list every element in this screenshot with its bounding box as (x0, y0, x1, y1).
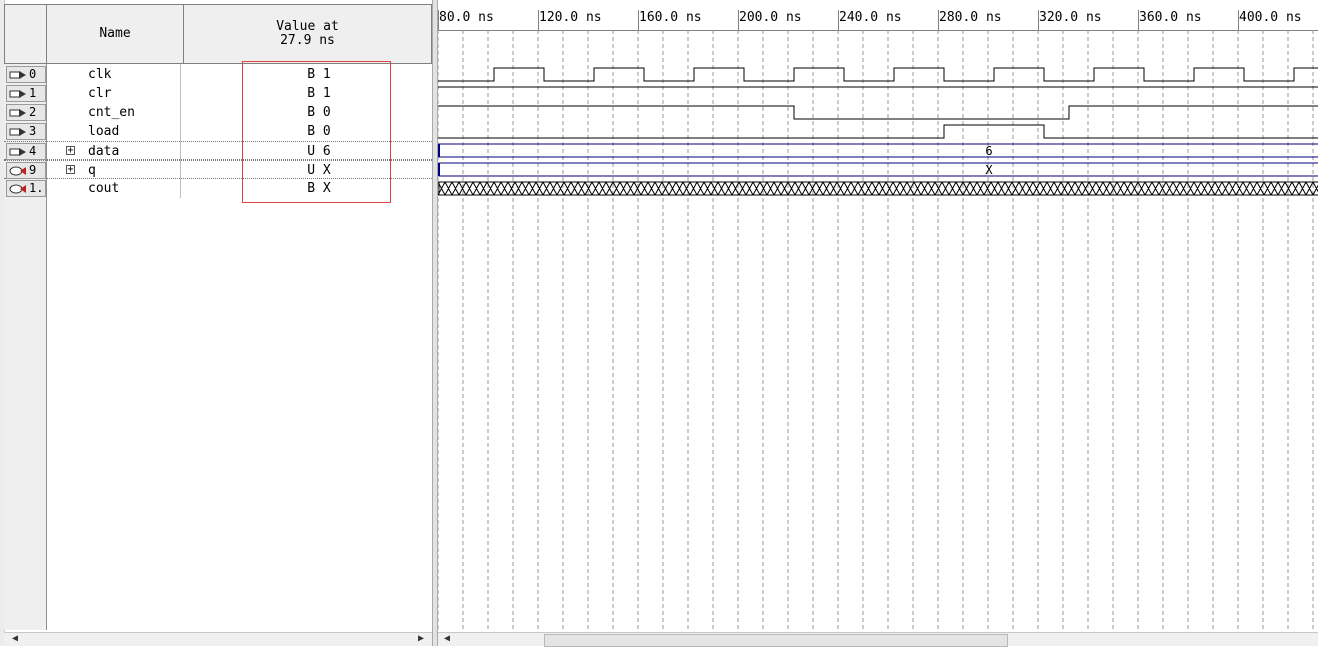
wave-scroll-left-icon[interactable]: ◀ (444, 633, 450, 644)
ruler-tick-label: 400.0 ns (1239, 10, 1302, 25)
signal-name: q (88, 163, 96, 178)
ruler-tick-label: 80.0 ns (439, 10, 494, 25)
ruler-tick-label: 200.0 ns (739, 10, 802, 25)
signal-index: 3 (29, 124, 37, 138)
expand-icon[interactable]: + (66, 165, 75, 175)
ruler-tick-mark (638, 10, 639, 30)
signal-name: data (88, 144, 120, 159)
signal-index-cell: 0 (6, 66, 46, 83)
waveform-canvas[interactable]: 6X (438, 30, 1318, 632)
header-value[interactable]: Value at 27.9 ns (184, 5, 431, 63)
signal-index: 4 (29, 144, 37, 158)
scroll-left-icon[interactable]: ◀ (12, 633, 18, 644)
signal-index: 0 (29, 67, 37, 81)
header-value-line1: Value at (276, 19, 339, 34)
wave-q-bus (438, 162, 1318, 177)
signal-name: cout (88, 181, 120, 196)
waveform-panel[interactable]: 80.0 ns 120.0 ns 160.0 ns 200.0 ns 240.0 ns 2… (438, 0, 1318, 632)
signal-name: cnt_en (88, 105, 135, 120)
signal-index-cell: 2 (6, 104, 46, 121)
signal-index: 1 (29, 86, 37, 100)
header-name[interactable]: Name (47, 5, 184, 63)
ruler-tick-mark (1238, 10, 1239, 30)
header-index-cell (5, 5, 47, 63)
header-value-line2: 27.9 ns (280, 33, 335, 48)
ruler-tick-mark (1138, 10, 1139, 30)
wave-cnt-en (438, 105, 1318, 120)
signal-index-cell: 4 (6, 143, 46, 160)
signal-index-cell: 1. (6, 180, 46, 197)
ruler-tick-mark (438, 10, 439, 30)
signal-index: 2 (29, 105, 37, 119)
ruler-tick-mark (838, 10, 839, 30)
signal-index: 9 (29, 163, 37, 177)
column-header: Name Value at 27.9 ns (4, 4, 432, 64)
time-ruler[interactable]: 80.0 ns 120.0 ns 160.0 ns 200.0 ns 240.0 ns 2… (438, 0, 1318, 31)
ruler-tick-label: 120.0 ns (539, 10, 602, 25)
ruler-tick-mark (1038, 10, 1039, 30)
wave-data-label: 6 (985, 144, 992, 158)
signal-name: clk (88, 67, 112, 82)
ruler-tick-label: 320.0 ns (1039, 10, 1102, 25)
ruler-tick-mark (738, 10, 739, 30)
wave-q-label: X (985, 163, 993, 177)
header-name-label: Name (99, 26, 131, 41)
wave-load (438, 124, 1318, 139)
signal-index-cell: 9 (6, 162, 46, 179)
ruler-tick-mark (538, 10, 539, 30)
ruler-tick-label: 280.0 ns (939, 10, 1002, 25)
signal-name: clr (88, 86, 112, 101)
expand-icon[interactable]: + (66, 146, 75, 156)
signal-name: load (88, 124, 120, 139)
ruler-tick-mark (938, 10, 939, 30)
signal-index-cell: 3 (6, 123, 46, 140)
ruler-tick-label: 240.0 ns (839, 10, 902, 25)
wave-hscrollbar[interactable]: ◀ (438, 632, 1318, 647)
header-value-label: Value at 27.9 ns (276, 20, 339, 48)
ruler-tick-label: 360.0 ns (1139, 10, 1202, 25)
signal-index: 1. (29, 181, 44, 195)
value-highlight-box (242, 61, 391, 203)
signal-index-cell: 1 (6, 85, 46, 102)
wave-clk (438, 67, 1318, 82)
wave-scroll-thumb[interactable] (544, 634, 1008, 647)
wave-cout-unknown (438, 181, 1318, 196)
wave-data-bus (438, 143, 1318, 158)
left-hscrollbar[interactable]: ◀ ▶ (4, 632, 432, 646)
ruler-tick-label: 160.0 ns (639, 10, 702, 25)
scroll-right-icon[interactable]: ▶ (418, 633, 424, 644)
